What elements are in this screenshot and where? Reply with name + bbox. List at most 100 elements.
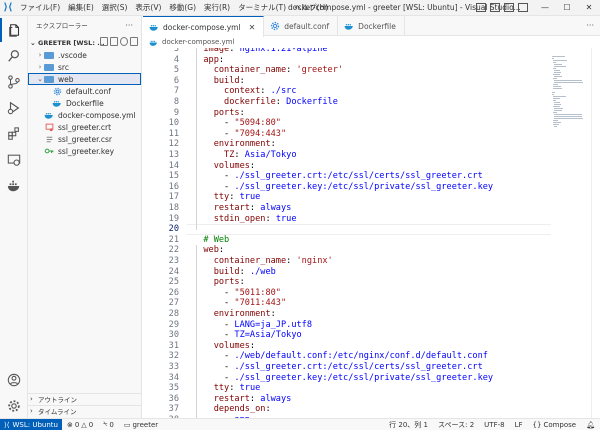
code-line[interactable]: ports: <box>193 108 245 119</box>
code-line[interactable]: container_name: 'nginx' <box>193 256 333 267</box>
code-line[interactable]: tty: true <box>193 192 261 203</box>
code-line[interactable]: - "7094:443" <box>193 129 286 140</box>
code-line[interactable]: app: <box>193 55 224 66</box>
tree-item-ssl-greeter-key[interactable]: ssl_greeter.key <box>28 145 141 157</box>
menu-item[interactable]: 表示(V) <box>131 0 165 16</box>
code-line[interactable]: - "7011:443" <box>193 298 286 309</box>
end-of-line[interactable]: LF <box>510 421 528 429</box>
explorer-more-actions-button[interactable]: ··· <box>125 16 133 36</box>
code-line[interactable]: - ./ssl_greeter.key:/etc/ssl/private/ssl… <box>193 182 493 193</box>
maximize-button[interactable]: ☐ <box>556 0 578 16</box>
line-number: 22 <box>168 245 179 256</box>
encoding[interactable]: UTF-8 <box>479 421 509 429</box>
tab-docker-compose[interactable]: docker-compose.yml ✕ <box>143 16 265 37</box>
editor-scrollbar[interactable] <box>591 48 600 418</box>
manage-gear-icon[interactable] <box>0 394 28 418</box>
code-line[interactable]: depends_on: <box>193 404 271 415</box>
menu-item[interactable]: 実行(R) <box>200 0 234 16</box>
tab-label: Dockerfile <box>358 21 396 31</box>
outline-section[interactable]: › アウトライン <box>28 393 142 404</box>
line-number: 37 <box>168 404 179 415</box>
code-editor[interactable]: 3 image: nginx:1.21-alpine 4 app: 5 contai… <box>143 48 551 418</box>
remote-explorer-icon[interactable] <box>0 148 28 172</box>
timeline-section[interactable]: › タイムライン <box>28 405 142 416</box>
folder-indicator[interactable]: ▭ greeter <box>119 421 163 429</box>
tab-default-conf[interactable]: default.conf <box>264 16 339 36</box>
search-icon[interactable] <box>0 44 28 68</box>
code-line[interactable]: container_name: 'greeter' <box>193 65 343 76</box>
language-mode[interactable]: {} Compose <box>528 421 582 429</box>
code-line[interactable]: volumes: <box>193 161 255 172</box>
new-file-icon[interactable] <box>100 37 108 46</box>
refresh-icon[interactable] <box>120 37 128 46</box>
tree-item-ssl-greeter-csr[interactable]: ssl_greeter.csr <box>28 133 141 145</box>
tree-item-dockerfile[interactable]: Dockerfile <box>28 97 141 109</box>
code-line[interactable]: - ./ssl_greeter.crt:/etc/ssl/certs/ssl_g… <box>193 171 483 182</box>
cursor-position[interactable]: 行 20、列 1 <box>384 420 433 430</box>
notifications-bell-icon[interactable]: 🔔︎ <box>581 421 600 429</box>
minimap-line <box>554 76 562 77</box>
tab-dockerfile[interactable]: Dockerfile <box>338 16 405 36</box>
code-line[interactable]: - ./web/default.conf:/etc/nginx/conf.d/d… <box>193 351 488 362</box>
code-line[interactable]: environment: <box>193 139 276 150</box>
toggle-primary-sidebar-icon[interactable] <box>476 3 486 12</box>
close-window-button[interactable]: ✕ <box>578 0 600 16</box>
code-line[interactable]: ports: <box>193 277 245 288</box>
minimize-button[interactable]: — <box>534 0 556 16</box>
code-line[interactable]: stdin_open: true <box>193 214 297 225</box>
code-line[interactable]: volumes: <box>193 341 255 352</box>
new-folder-icon[interactable] <box>110 37 118 46</box>
tree-item-src[interactable]: › src <box>28 61 141 73</box>
code-line[interactable]: build: <box>193 76 245 87</box>
menu-item[interactable]: 移動(G) <box>165 0 200 16</box>
code-line[interactable]: - ./ssl_greeter.key:/etc/ssl/private/ssl… <box>193 373 493 384</box>
collapse-all-icon[interactable] <box>130 37 138 46</box>
code-line[interactable]: - "5011:80" <box>193 288 281 299</box>
outline-label: アウトライン <box>38 396 77 404</box>
workspace-header[interactable]: ⌄ GREETER [WSL: ... <box>28 36 141 49</box>
ports-indicator[interactable]: ⍀ 0 <box>98 420 119 429</box>
code-line[interactable]: # Web <box>193 235 229 246</box>
breadcrumb[interactable]: docker-compose.yml <box>148 36 234 48</box>
indentation[interactable]: スペース: 2 <box>433 420 479 430</box>
source-control-icon[interactable] <box>0 70 28 94</box>
toggle-secondary-sidebar-icon[interactable] <box>504 3 514 12</box>
menu-item[interactable]: 選択(S) <box>98 0 132 16</box>
code-line[interactable]: web: <box>193 245 224 256</box>
code-line[interactable]: dockerfile: Dockerfile <box>193 97 338 108</box>
menu-item[interactable]: ファイル(F) <box>16 0 64 16</box>
tree-item-default-conf[interactable]: default.conf <box>28 85 141 97</box>
tree-item-docker-compose-yml[interactable]: docker-compose.yml <box>28 109 141 121</box>
problems-indicator[interactable]: ⊗ 0 △ 0 <box>62 421 98 429</box>
tree-item-vscode[interactable]: › .vscode <box>28 49 141 61</box>
run-debug-icon[interactable] <box>0 96 28 120</box>
extensions-icon[interactable] <box>0 122 28 146</box>
customize-layout-icon[interactable] <box>518 3 528 12</box>
toggle-panel-icon[interactable] <box>490 3 500 12</box>
code-line[interactable]: tty: true <box>193 383 261 394</box>
docker-icon[interactable] <box>0 174 28 198</box>
explorer-icon[interactable] <box>0 18 28 42</box>
code-line[interactable]: - ./ssl_greeter.crt:/etc/ssl/certs/ssl_g… <box>193 362 483 373</box>
code-line[interactable]: environment: <box>193 309 276 320</box>
code-line[interactable]: - TZ=Asia/Tokyo <box>193 330 302 341</box>
remote-indicator[interactable]: ⟩⟨ WSL: Ubuntu <box>0 418 62 430</box>
code-line[interactable]: TZ: Asia/Tokyo <box>193 150 296 161</box>
code-line[interactable]: build: ./web <box>193 267 276 278</box>
menu-item[interactable]: ターミナル(T) <box>234 0 290 16</box>
line-number: 21 <box>168 234 179 245</box>
code-line[interactable]: - "5094:80" <box>193 118 281 129</box>
editor-more-actions-button[interactable]: ··· <box>586 16 594 36</box>
code-line[interactable]: image: nginx:1.21-alpine <box>193 48 327 55</box>
account-icon[interactable] <box>0 368 28 392</box>
code-line[interactable]: restart: always <box>193 203 292 214</box>
tree-item-web[interactable]: ⌄ web <box>28 73 141 85</box>
breadcrumb-file[interactable]: docker-compose.yml <box>162 36 234 48</box>
code-line[interactable]: - LANG=ja_JP.utf8 <box>193 320 312 331</box>
code-line[interactable]: context: ./src <box>193 86 296 97</box>
code-line[interactable]: restart: always <box>193 394 292 405</box>
close-tab-icon[interactable]: ✕ <box>249 23 256 32</box>
minimap[interactable] <box>551 48 591 418</box>
tree-item-ssl-greeter-crt[interactable]: ssl_greeter.crt <box>28 121 141 133</box>
menu-item[interactable]: 編集(E) <box>64 0 98 16</box>
